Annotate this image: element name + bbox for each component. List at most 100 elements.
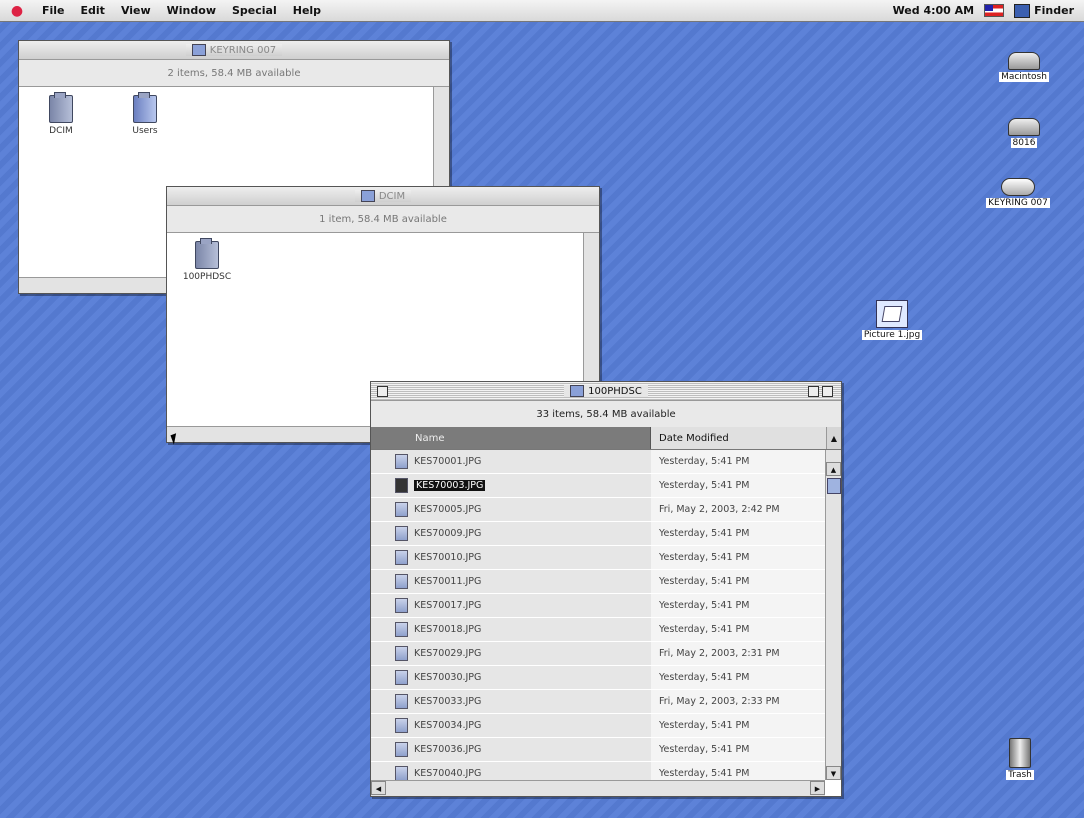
menu-special[interactable]: Special — [224, 4, 285, 17]
phdsc-titlebar[interactable]: 100PHDSC — [371, 382, 841, 401]
file-date: Fri, May 2, 2003, 2:31 PM — [651, 642, 825, 665]
file-name: KES70001.JPG — [414, 456, 482, 467]
close-box-icon[interactable] — [377, 386, 388, 397]
menu-view[interactable]: View — [113, 4, 159, 17]
phdsc-vertical-scrollbar[interactable]: ▲ ▼ — [825, 450, 841, 780]
jpeg-file-icon — [395, 670, 408, 685]
file-date: Yesterday, 5:41 PM — [651, 522, 825, 545]
file-name: KES70029.JPG — [414, 648, 482, 659]
file-name: KES70003.JPG — [414, 480, 486, 491]
keyboard-flag-icon[interactable] — [984, 4, 1005, 17]
desktop-icon-picture[interactable]: Picture 1.jpg — [846, 300, 938, 340]
folder-item-100phdsc[interactable]: 100PHDSC — [177, 238, 237, 282]
phdsc-info-bar: 33 items, 58.4 MB available — [371, 401, 841, 428]
file-date: Yesterday, 5:41 PM — [651, 594, 825, 617]
desktop-icon-label: Picture 1.jpg — [861, 330, 923, 340]
table-row-selected[interactable]: KES70003.JPG Yesterday, 5:41 PM — [371, 474, 825, 498]
desktop-icon-label: KEYRING 007 — [986, 198, 1050, 208]
jpeg-file-icon — [395, 694, 408, 709]
application-menu-label: Finder — [1034, 4, 1074, 17]
application-menu[interactable]: Finder — [1014, 3, 1074, 18]
dcim-titlebar[interactable]: DCIM — [167, 187, 599, 206]
file-name: KES70005.JPG — [414, 504, 482, 515]
desktop-icon-trash[interactable]: Trash — [990, 738, 1050, 780]
sort-direction-icon[interactable]: ▲ — [826, 427, 841, 449]
menu-window[interactable]: Window — [159, 4, 224, 17]
file-date: Fri, May 2, 2003, 2:33 PM — [651, 690, 825, 713]
table-row[interactable]: KES70011.JPG Yesterday, 5:41 PM — [371, 570, 825, 594]
phdsc-horizontal-scrollbar[interactable]: ◀ ▶ — [371, 780, 825, 796]
desktop-icon-keyring[interactable]: KEYRING 007 — [972, 178, 1064, 208]
table-row[interactable]: KES70009.JPG Yesterday, 5:41 PM — [371, 522, 825, 546]
table-row[interactable]: KES70040.JPG Yesterday, 5:41 PM — [371, 762, 825, 780]
file-name: KES70030.JPG — [414, 672, 482, 683]
apple-menu-icon[interactable]: ● — [0, 3, 34, 19]
table-row[interactable]: KES70030.JPG Yesterday, 5:41 PM — [371, 666, 825, 690]
table-row[interactable]: KES70033.JPG Fri, May 2, 2003, 2:33 PM — [371, 690, 825, 714]
menu-file[interactable]: File — [34, 4, 73, 17]
folder-item-label: Users — [132, 126, 158, 136]
file-date: Yesterday, 5:41 PM — [651, 546, 825, 569]
file-date: Yesterday, 5:41 PM — [651, 714, 825, 737]
scroll-down-arrow-icon[interactable]: ▼ — [826, 766, 841, 780]
scroll-thumb[interactable] — [827, 478, 841, 494]
phdsc-window-title: 100PHDSC — [588, 385, 642, 397]
menu-bar: ● File Edit View Window Special Help Wed… — [0, 0, 1084, 22]
file-name: KES70036.JPG — [414, 744, 482, 755]
jpeg-file-icon — [395, 598, 408, 613]
removable-disk-icon — [1001, 178, 1035, 196]
file-name: KES70011.JPG — [414, 576, 482, 587]
folder-item-dcim[interactable]: DCIM — [31, 92, 91, 136]
folder-icon — [570, 385, 585, 397]
phdsc-window[interactable]: 100PHDSC 33 items, 58.4 MB available Nam… — [370, 381, 842, 797]
jpeg-file-icon — [395, 454, 408, 469]
table-row[interactable]: KES70005.JPG Fri, May 2, 2003, 2:42 PM — [371, 498, 825, 522]
table-row[interactable]: KES70029.JPG Fri, May 2, 2003, 2:31 PM — [371, 642, 825, 666]
file-date: Yesterday, 5:41 PM — [651, 618, 825, 641]
keyring-titlebar[interactable]: KEYRING 007 — [19, 41, 449, 60]
desktop-icon-label: Trash — [1006, 770, 1034, 780]
table-row[interactable]: KES70034.JPG Yesterday, 5:41 PM — [371, 714, 825, 738]
jpeg-file-icon — [395, 526, 408, 541]
column-header-name[interactable]: Name — [371, 427, 651, 449]
file-name: KES70018.JPG — [414, 624, 482, 635]
menu-edit[interactable]: Edit — [73, 4, 113, 17]
picture-file-icon — [876, 300, 908, 328]
file-name: KES70017.JPG — [414, 600, 482, 611]
trash-icon — [1009, 738, 1031, 768]
hard-disk-icon — [1008, 118, 1040, 136]
keyring-window-title: KEYRING 007 — [209, 44, 277, 56]
folder-item-users[interactable]: Users — [115, 92, 175, 136]
table-row[interactable]: KES70017.JPG Yesterday, 5:41 PM — [371, 594, 825, 618]
jpeg-file-icon — [395, 742, 408, 757]
keyring-info-bar: 2 items, 58.4 MB available — [19, 60, 449, 87]
table-row[interactable]: KES70018.JPG Yesterday, 5:41 PM — [371, 618, 825, 642]
desktop-icon-macintosh[interactable]: Macintosh — [984, 52, 1064, 82]
jpeg-file-icon — [395, 646, 408, 661]
hard-disk-icon — [1008, 52, 1040, 70]
jpeg-file-icon — [395, 766, 408, 780]
folder-item-label: 100PHDSC — [182, 272, 232, 282]
menu-help[interactable]: Help — [285, 4, 329, 17]
disk-icon — [191, 44, 206, 56]
folder-icon — [195, 238, 219, 269]
scroll-right-arrow-icon[interactable]: ▶ — [810, 781, 825, 795]
menu-clock[interactable]: Wed 4:00 AM — [893, 4, 975, 17]
scroll-up-arrow-icon[interactable]: ▲ — [826, 462, 841, 476]
jpeg-file-icon — [395, 550, 408, 565]
zoom-box-icon[interactable] — [808, 386, 819, 397]
file-date: Yesterday, 5:41 PM — [651, 738, 825, 761]
jpeg-file-icon — [395, 622, 408, 637]
folder-icon — [360, 190, 375, 202]
table-row[interactable]: KES70036.JPG Yesterday, 5:41 PM — [371, 738, 825, 762]
file-name: KES70040.JPG — [414, 768, 482, 779]
file-name: KES70009.JPG — [414, 528, 482, 539]
column-header-date-modified[interactable]: Date Modified — [651, 427, 826, 449]
collapse-box-icon[interactable] — [822, 386, 833, 397]
table-row[interactable]: KES70001.JPG Yesterday, 5:41 PM — [371, 450, 825, 474]
table-row[interactable]: KES70010.JPG Yesterday, 5:41 PM — [371, 546, 825, 570]
scroll-left-arrow-icon[interactable]: ◀ — [371, 781, 386, 795]
file-date: Fri, May 2, 2003, 2:42 PM — [651, 498, 825, 521]
desktop-icon-8016[interactable]: 8016 — [984, 118, 1064, 148]
file-date: Yesterday, 5:41 PM — [651, 570, 825, 593]
